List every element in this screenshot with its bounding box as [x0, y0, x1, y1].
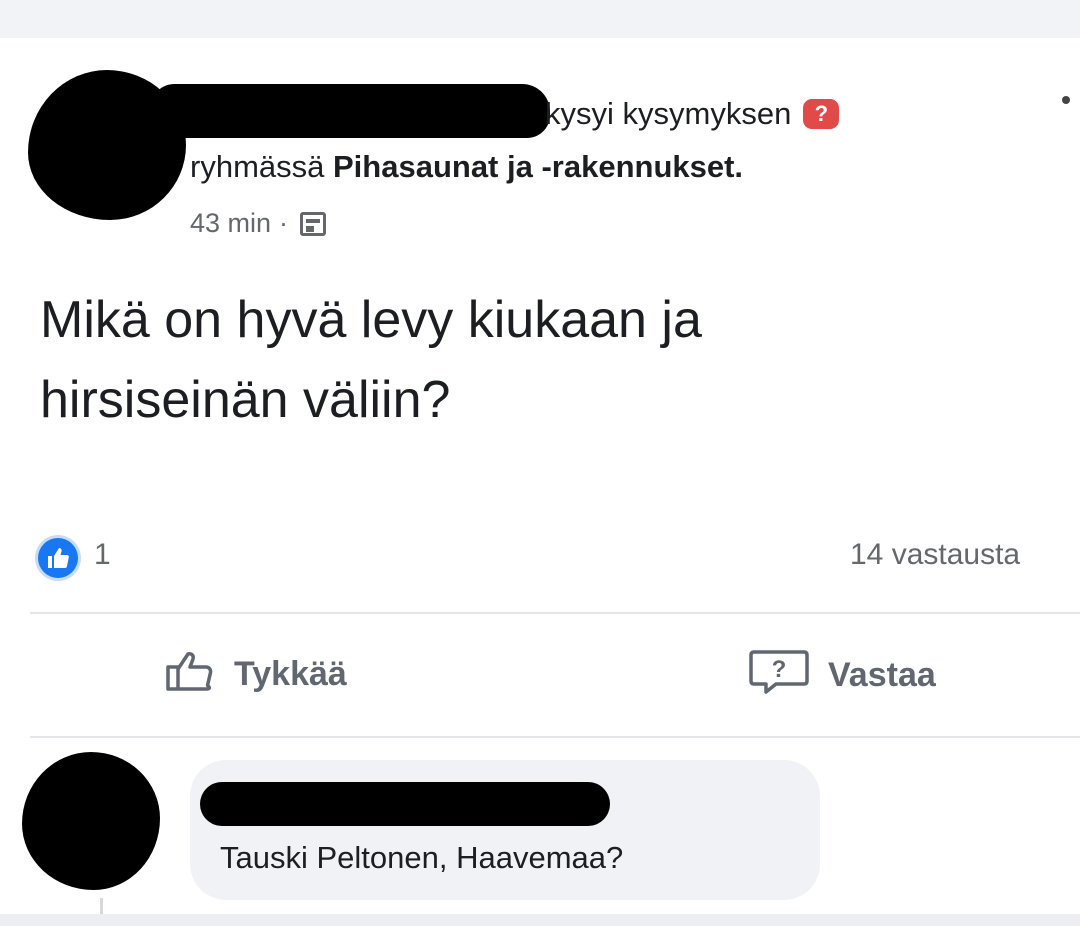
comment-bubble: [190, 760, 820, 900]
like-count[interactable]: 1: [94, 538, 111, 572]
post-time[interactable]: 43 min: [190, 208, 271, 239]
meta-separator: ·: [279, 208, 289, 238]
thumbs-up-icon: [164, 648, 216, 701]
group-prefix: ryhmässä: [190, 149, 325, 184]
question-bubble-icon: ?: [748, 648, 810, 703]
like-button[interactable]: Tykkää: [164, 648, 347, 701]
more-options-icon[interactable]: [1062, 96, 1070, 104]
divider-top: [30, 612, 1080, 614]
svg-text:?: ?: [772, 656, 787, 683]
answers-count[interactable]: 14 vastausta: [850, 538, 1080, 572]
question-badge-icon: ?: [803, 99, 840, 129]
answer-button[interactable]: ? Vastaa: [748, 648, 936, 703]
top-band: [0, 0, 1080, 38]
post-body-line-1: Mikä on hyvä levy kiukaan ja: [40, 291, 702, 349]
commenter-name-redacted[interactable]: [200, 782, 610, 826]
divider-bottom: [30, 736, 1080, 738]
like-button-label: Tykkää: [234, 655, 347, 693]
bottom-strip: [0, 914, 1080, 926]
post-header-group: ryhmässä Pihasaunat ja -rakennukset.: [190, 149, 743, 185]
screenshot-root: kysyi kysymyksen ? ryhmässä Pihasaunat j…: [0, 0, 1080, 926]
post-header-action: kysyi kysymyksen ?: [545, 96, 840, 132]
comment-text: Tauski Peltonen, Haavemaa?: [220, 840, 624, 875]
post-meta: 43 min ·: [190, 208, 327, 239]
answer-button-label: Vastaa: [828, 656, 936, 694]
commenter-avatar-redacted[interactable]: [22, 752, 160, 890]
post-body: Mikä on hyvä levy kiukaan ja hirsiseinän…: [40, 280, 1000, 440]
group-name-link[interactable]: Pihasaunat ja -rakennukset.: [333, 149, 743, 184]
author-name-redacted[interactable]: [150, 84, 550, 138]
post-body-line-2: hirsiseinän väliin?: [40, 371, 451, 429]
like-reaction-icon[interactable]: [38, 538, 78, 578]
action-text: kysyi kysymyksen: [545, 96, 792, 131]
group-icon: [300, 211, 327, 236]
reaction-stats: 1 14 vastausta: [38, 536, 1080, 578]
